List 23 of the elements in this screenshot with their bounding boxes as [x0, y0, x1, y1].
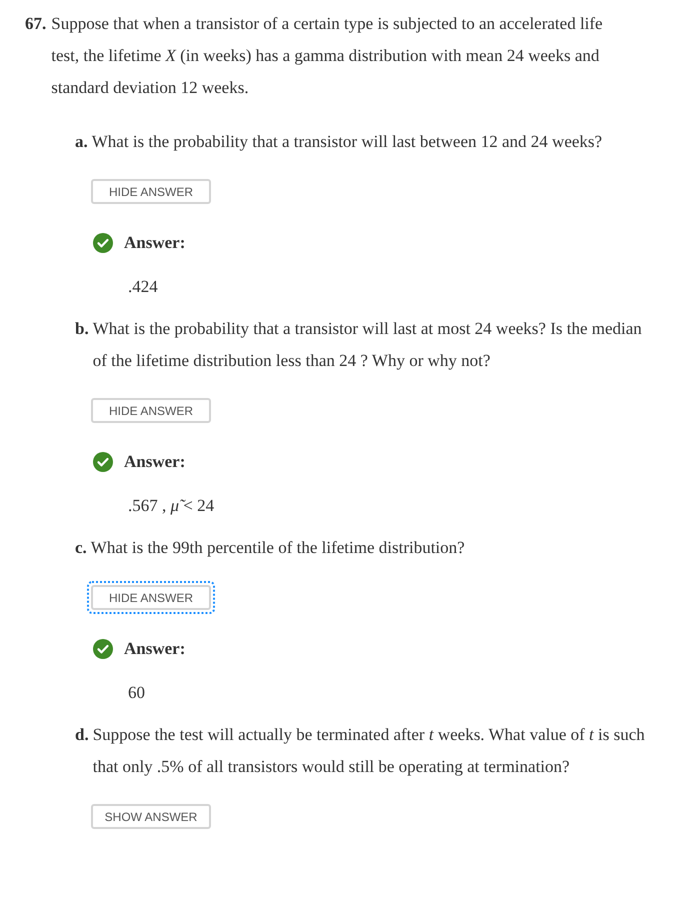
- check-icon: [93, 638, 113, 659]
- answer-label: Answer:: [124, 451, 186, 473]
- answer-toggle-button[interactable]: SHOW ANSWER: [91, 804, 211, 829]
- answer-toggle-button[interactable]: HIDE ANSWER: [91, 179, 211, 204]
- part-label: b.: [75, 318, 89, 340]
- answer-label: Answer:: [124, 232, 186, 254]
- part-label: d.: [75, 724, 89, 746]
- answer-toggle-button[interactable]: HIDE ANSWER: [91, 585, 211, 610]
- part-label: a.: [75, 131, 88, 153]
- problem-number: 67.: [25, 13, 46, 35]
- answer-label: Answer:: [124, 638, 186, 660]
- problem-text: Suppose that when a transistor of a certain type is subjected to an accelerated life test, the lifetime X (in weeks) has a gamma distribution with mean 24 weeks and standard deviation 12 weeks.: [51, 13, 604, 99]
- question-text: What is the 99th percentile of the lifetime distribution?: [90, 537, 465, 559]
- answer-value: 60: [128, 682, 146, 704]
- question-text: What is the probability that a transistor will last at most 24 weeks? Is the median of the lifetime distribution less than 24 ? Why or why not?: [92, 318, 643, 372]
- answer-value: .424: [128, 276, 159, 298]
- question-text: Suppose the test will actually be terminated after t weeks. What value of t is such that only .5% of all transistors would still be operating at termination?: [92, 724, 646, 778]
- answer-value: .567 , μ̃ < 24: [128, 494, 216, 517]
- part-label: c.: [75, 537, 87, 559]
- answer-toggle-button[interactable]: HIDE ANSWER: [91, 398, 211, 423]
- question-text: What is the probability that a transistor will last between 12 and 24 weeks?: [92, 131, 602, 153]
- check-icon: [93, 232, 113, 253]
- check-icon: [93, 452, 113, 472]
